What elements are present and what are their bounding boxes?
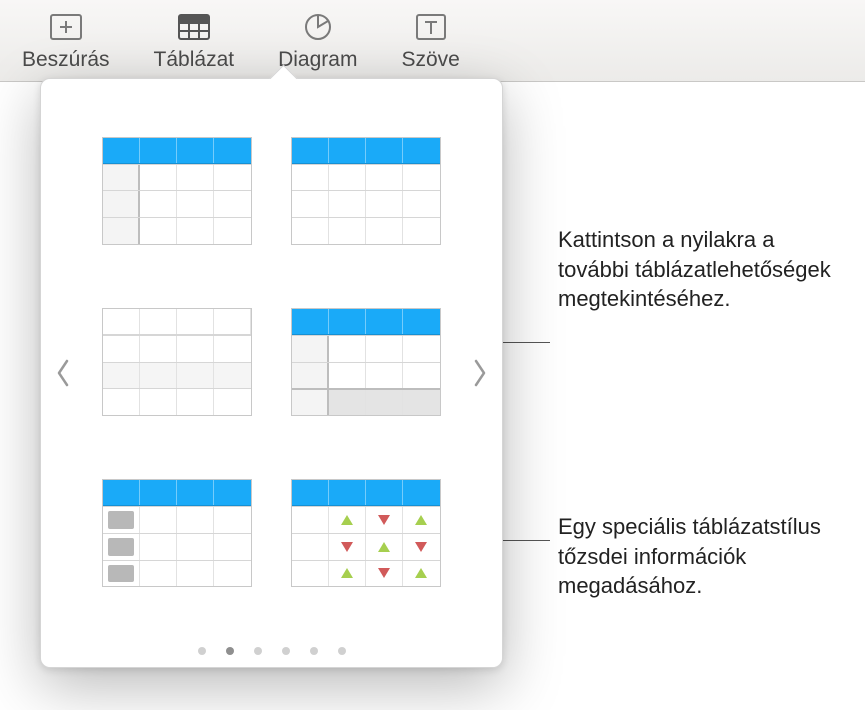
text-icon (413, 12, 449, 42)
table-style-4[interactable] (291, 308, 441, 416)
table-style-2[interactable] (291, 137, 441, 245)
tool-chart[interactable]: Diagram (256, 6, 379, 81)
annotation-stock: Egy speciális táblázatstílus tőzsdei inf… (558, 512, 848, 601)
up-arrow-icon (413, 513, 429, 527)
page-dot[interactable] (198, 647, 206, 655)
tool-text[interactable]: Szöve (379, 6, 481, 81)
tool-text-label: Szöve (401, 48, 459, 72)
chart-icon (300, 12, 336, 42)
chevron-right-icon (471, 357, 489, 389)
table-style-3[interactable] (102, 308, 252, 416)
page-dot[interactable] (310, 647, 318, 655)
toolbar: Beszúrás Táblázat Diagram Szöve (0, 0, 865, 82)
up-arrow-icon (413, 566, 429, 580)
prev-page-button[interactable] (49, 353, 77, 393)
table-style-1[interactable] (102, 137, 252, 245)
up-arrow-icon (376, 540, 392, 554)
down-arrow-icon (413, 540, 429, 554)
up-arrow-icon (339, 566, 355, 580)
callout-lead-arrows (496, 342, 550, 343)
next-page-button[interactable] (466, 353, 494, 393)
page-dot[interactable] (338, 647, 346, 655)
table-icon (176, 12, 212, 42)
page-dot[interactable] (226, 647, 234, 655)
page-dot[interactable] (254, 647, 262, 655)
tool-insert-label: Beszúrás (22, 48, 110, 72)
table-style-stock[interactable] (291, 479, 441, 587)
down-arrow-icon (376, 566, 392, 580)
chevron-left-icon (54, 357, 72, 389)
page-dot[interactable] (282, 647, 290, 655)
page-dots (41, 647, 502, 655)
up-arrow-icon (339, 513, 355, 527)
table-style-grid (41, 79, 502, 629)
table-style-popover (40, 78, 503, 668)
tool-table[interactable]: Táblázat (132, 6, 257, 81)
tool-insert[interactable]: Beszúrás (0, 6, 132, 81)
tool-table-label: Táblázat (154, 48, 235, 72)
down-arrow-icon (376, 513, 392, 527)
annotation-arrows: Kattintson a nyilakra a további táblázat… (558, 225, 848, 314)
tool-chart-label: Diagram (278, 48, 357, 72)
insert-icon (48, 12, 84, 42)
table-style-5[interactable] (102, 479, 252, 587)
down-arrow-icon (339, 540, 355, 554)
